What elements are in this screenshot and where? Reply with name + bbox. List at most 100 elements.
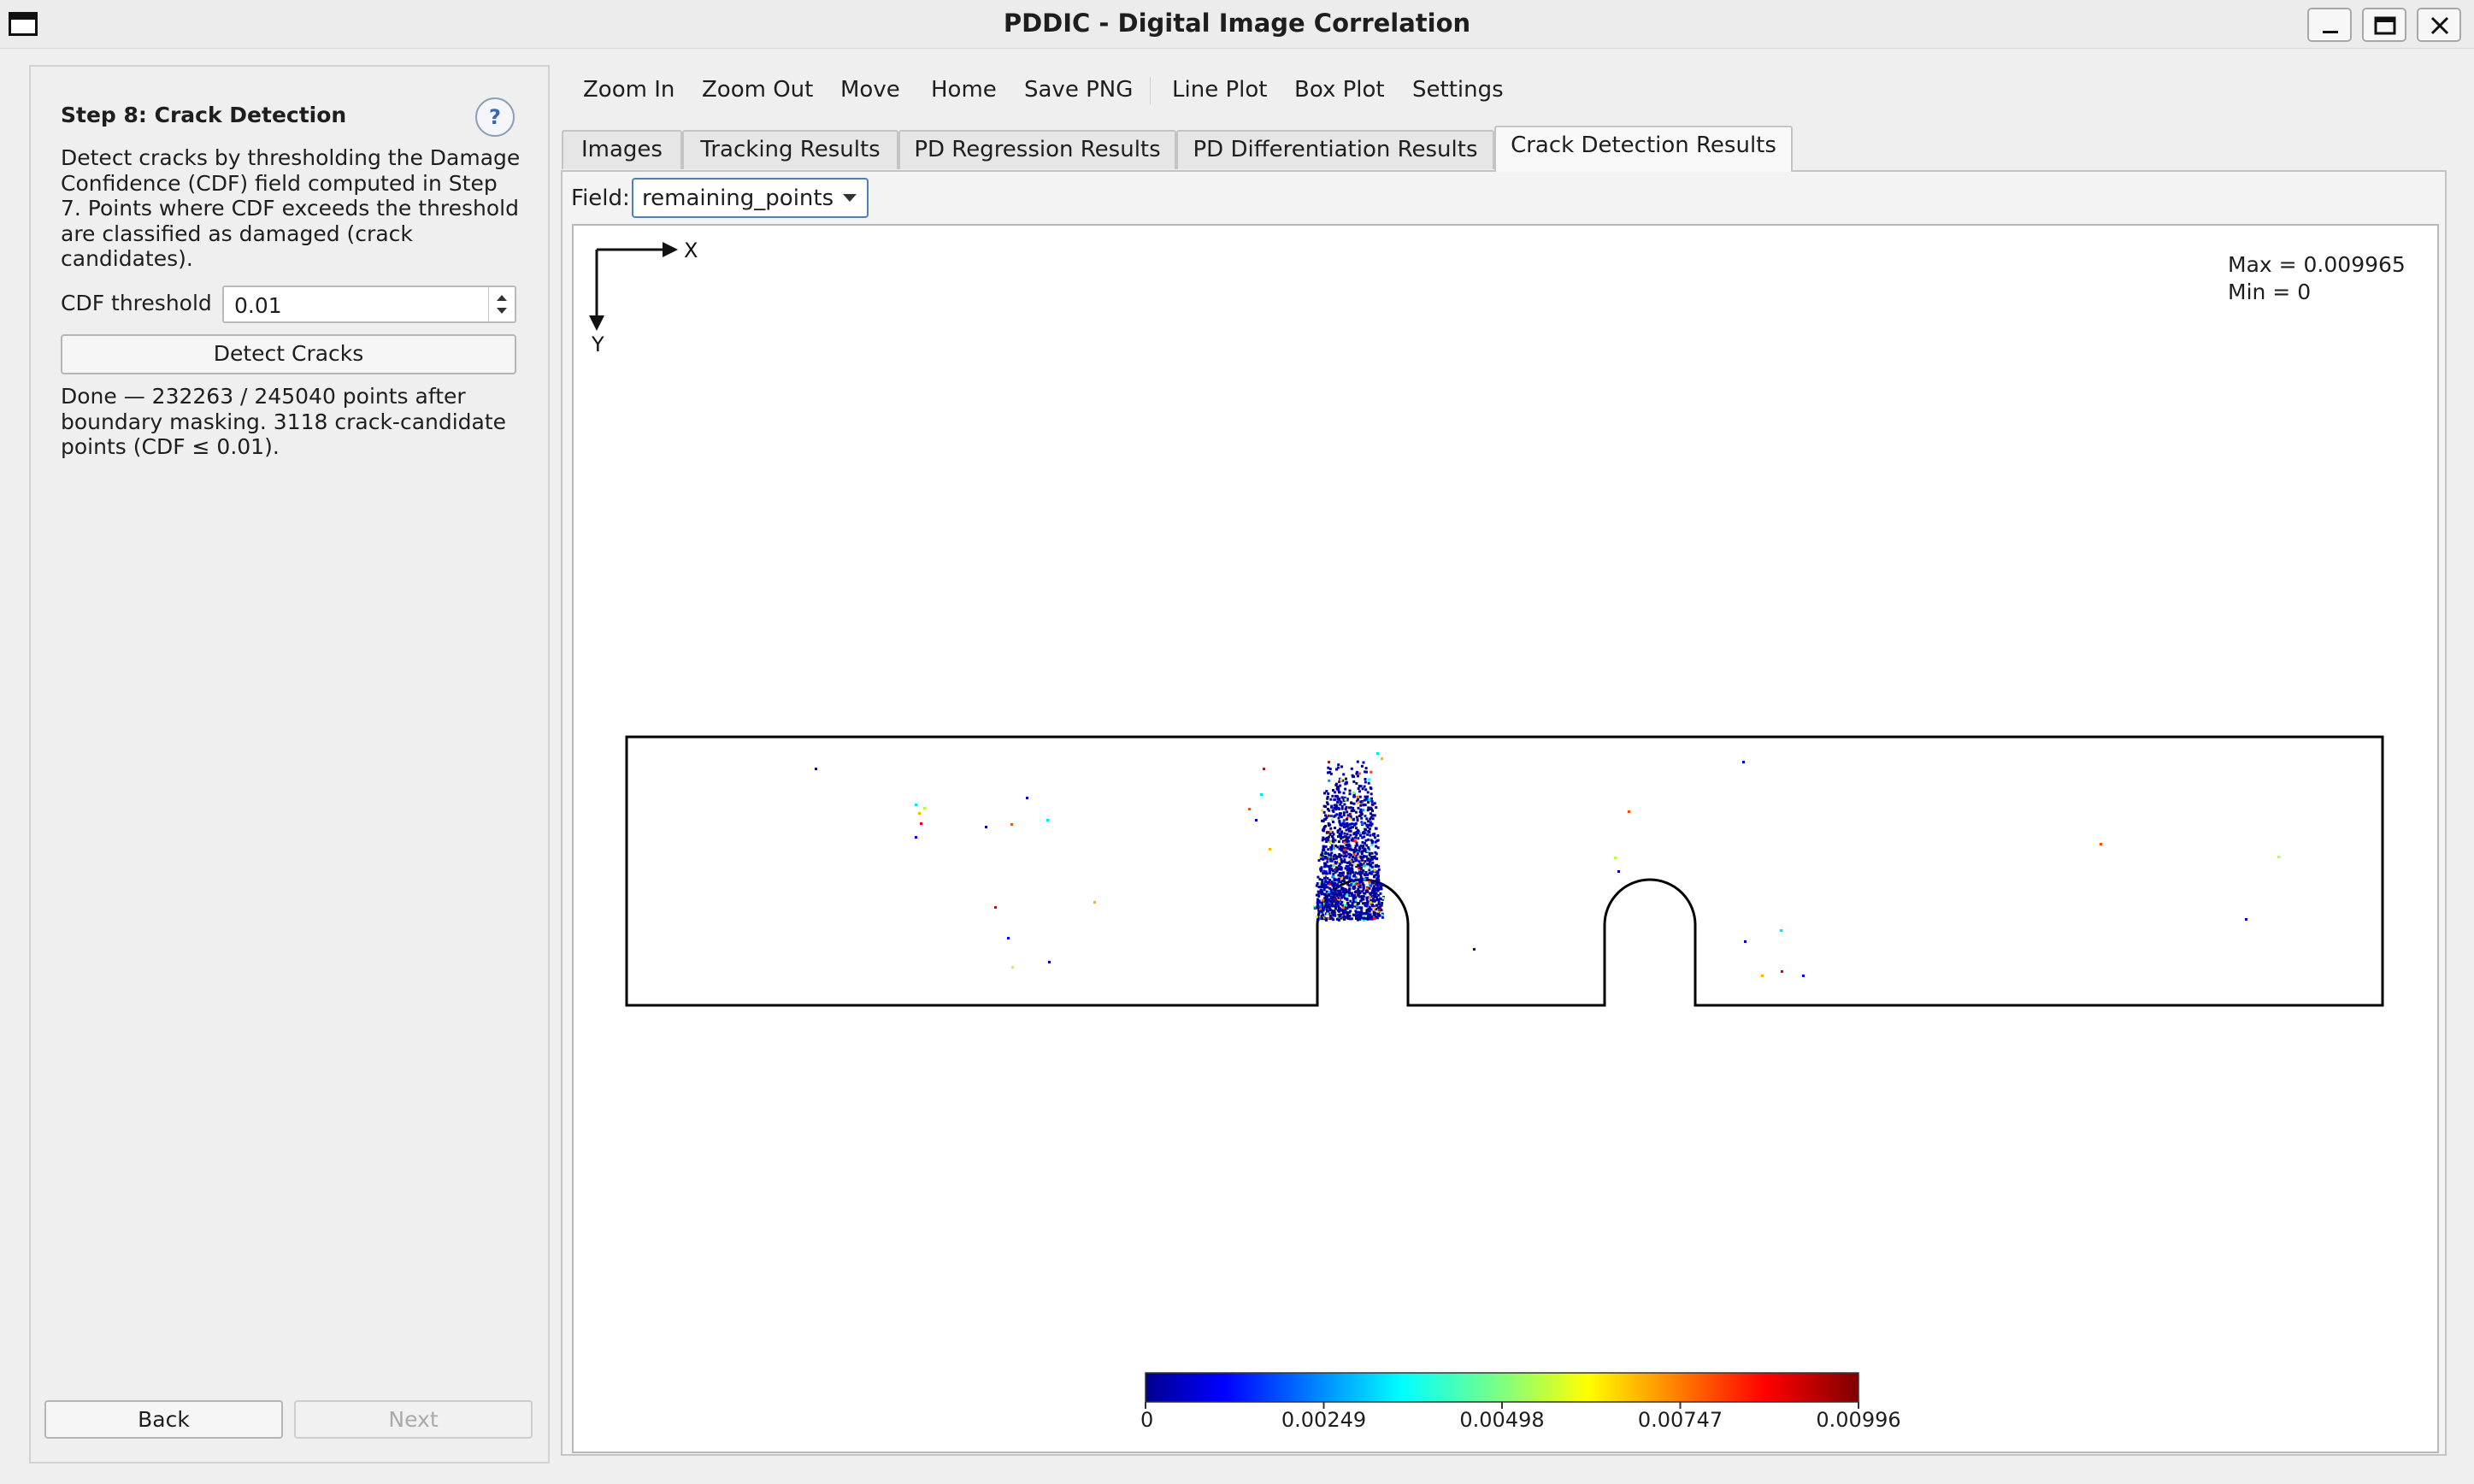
- crack-point: [1343, 832, 1346, 835]
- crack-point: [1360, 816, 1364, 820]
- crack-point: [1374, 836, 1377, 839]
- crack-point: [1326, 910, 1329, 913]
- crack-point: [1333, 893, 1336, 897]
- crack-point: [1340, 796, 1344, 799]
- crack-point: [1373, 895, 1376, 898]
- specimen-outline: [625, 735, 2384, 1007]
- crack-point: [1368, 851, 1371, 855]
- crack-point: [1335, 857, 1339, 860]
- crack-point: [1357, 893, 1360, 897]
- crack-point: [1362, 888, 1365, 892]
- crack-point: [1742, 761, 1745, 763]
- crack-point: [1357, 856, 1360, 859]
- crack-point: [1369, 901, 1372, 904]
- crack-point: [1340, 896, 1343, 899]
- crack-point: [1350, 878, 1353, 881]
- crack-point: [1334, 914, 1336, 917]
- crack-point: [1093, 901, 1096, 904]
- crack-point: [1381, 897, 1385, 900]
- crack-point: [1377, 908, 1381, 911]
- crack-point: [1328, 761, 1330, 763]
- crack-point: [1364, 917, 1368, 920]
- crack-point: [1367, 915, 1370, 918]
- crack-point: [1364, 828, 1367, 832]
- crack-point: [1802, 975, 1805, 977]
- crack-point: [1353, 891, 1357, 894]
- crack-point: [1370, 851, 1374, 855]
- crack-point: [1330, 902, 1334, 905]
- crack-point: [1338, 853, 1341, 856]
- crack-point: [1373, 906, 1376, 910]
- crack-point: [1352, 856, 1355, 859]
- crack-point: [1337, 763, 1340, 767]
- tab-crack-detection-results[interactable]: Crack Detection Results: [1494, 126, 1793, 172]
- crack-point: [1322, 845, 1326, 849]
- crack-point: [1375, 845, 1378, 848]
- crack-point: [1366, 849, 1370, 852]
- crack-point: [1328, 853, 1331, 857]
- crack-point: [1352, 886, 1355, 890]
- crack-point: [1339, 903, 1342, 906]
- crack-point: [1342, 822, 1345, 825]
- crack-point: [1334, 807, 1337, 810]
- crack-point: [1337, 904, 1340, 908]
- crack-point: [1370, 770, 1373, 774]
- crack-point: [1377, 864, 1381, 868]
- crack-point: [1358, 889, 1361, 892]
- crack-point: [1358, 917, 1361, 921]
- crack-point: [1364, 778, 1367, 780]
- crack-point: [1352, 879, 1356, 882]
- crack-point: [1369, 892, 1372, 895]
- crack-point: [1332, 821, 1334, 823]
- crack-point: [1352, 833, 1356, 836]
- crack-point: [1364, 911, 1368, 915]
- crack-point: [1628, 810, 1630, 813]
- crack-point: [1317, 894, 1321, 898]
- crack-point: [1322, 872, 1325, 874]
- crack-point: [1365, 770, 1368, 774]
- crack-point: [1368, 908, 1371, 910]
- crack-point: [1338, 814, 1341, 817]
- crack-point: [1377, 874, 1380, 878]
- crack-point: [1338, 780, 1341, 784]
- crack-point: [1328, 779, 1331, 782]
- crack-point: [1358, 810, 1362, 814]
- crack-point: [1344, 808, 1347, 811]
- crack-point: [1344, 876, 1347, 879]
- crack-point: [1374, 865, 1377, 869]
- crack-point: [1349, 905, 1352, 909]
- crack-point: [1348, 892, 1352, 895]
- crack-point: [1317, 859, 1321, 863]
- crack-point: [1327, 766, 1330, 769]
- crack-point: [1334, 827, 1336, 829]
- crack-point: [1347, 867, 1351, 870]
- crack-point: [1359, 833, 1362, 837]
- crack-point: [1364, 780, 1367, 784]
- crack-point: [1329, 845, 1333, 849]
- crack-point: [1320, 853, 1323, 857]
- crack-point: [1332, 874, 1335, 878]
- crack-point: [1357, 801, 1359, 804]
- crack-point: [1344, 909, 1347, 912]
- crack-point: [1324, 825, 1327, 827]
- crack-point: [1333, 798, 1336, 802]
- crack-point: [1381, 916, 1384, 919]
- colorbar-tick-label: 0.00498: [1459, 1408, 1545, 1432]
- crack-point: [1367, 781, 1370, 785]
- crack-point: [1343, 851, 1346, 855]
- crack-point: [1356, 872, 1359, 875]
- crack-point: [1343, 841, 1346, 845]
- crack-point: [1368, 827, 1371, 831]
- crack-point: [1377, 912, 1380, 916]
- crack-point: [1338, 860, 1340, 863]
- crack-point: [1327, 848, 1330, 851]
- crack-point: [1343, 803, 1346, 806]
- crack-point: [1365, 898, 1369, 901]
- crack-point: [1369, 808, 1372, 810]
- crack-point: [1342, 773, 1346, 776]
- crack-point: [1357, 883, 1360, 886]
- crack-point: [1365, 823, 1369, 827]
- crack-point: [1330, 804, 1334, 808]
- crack-point: [1373, 855, 1376, 858]
- crack-point: [985, 826, 987, 828]
